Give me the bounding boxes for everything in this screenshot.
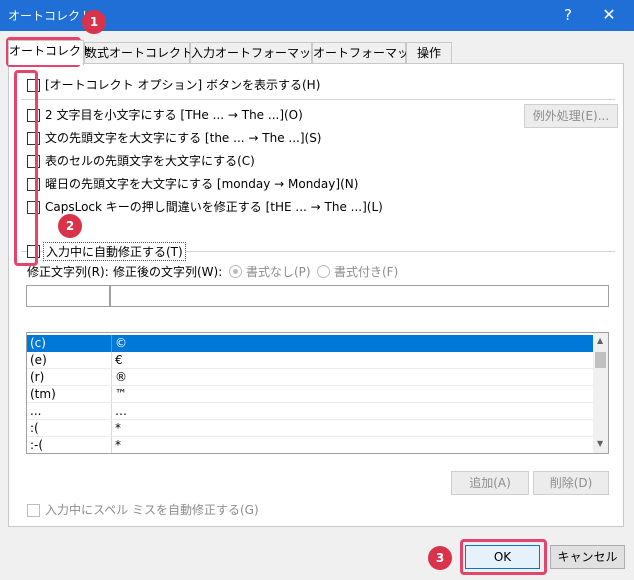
- plain-text-label: 書式なし(P): [246, 265, 311, 279]
- tab-actions[interactable]: 操作: [406, 42, 452, 64]
- replace-label: 修正文字列(R):: [27, 265, 109, 279]
- column-divider: [111, 403, 112, 420]
- replace-as-you-type-label: 入力中に自動修正する(T): [43, 242, 186, 261]
- entry-from: (tm): [30, 387, 56, 401]
- entry-from: (e): [30, 353, 47, 367]
- entry-to: ©: [115, 336, 127, 350]
- formatted-text-radio[interactable]: [317, 265, 330, 278]
- entry-to: ™: [115, 387, 127, 401]
- caps-lock-label: CapsLock キーの押し間違いを修正する [tHE ... → The ..…: [45, 200, 383, 214]
- list-item[interactable]: :( *: [27, 420, 593, 437]
- spell-check-checkbox[interactable]: [27, 504, 40, 517]
- tab-autocorrect[interactable]: オートコレクト: [8, 40, 93, 65]
- entry-from: :-(: [30, 438, 44, 452]
- capitalize-sentence-label: 文の先頭文字を大文字にする [the ... → The ...](S): [45, 131, 322, 145]
- close-icon[interactable]: ✕: [597, 4, 621, 26]
- window-title: オートコレクト: [8, 9, 93, 23]
- autocorrect-panel: [オートコレクト オプション] ボタンを表示する(H) 2 文字目を小文字にする…: [8, 63, 624, 527]
- scroll-down-icon[interactable]: ▼: [597, 439, 603, 448]
- capitalize-table-cell-label: 表のセルの先頭文字を大文字にする(C): [45, 154, 255, 168]
- entry-from: ...: [30, 404, 42, 418]
- entry-to: *: [115, 421, 121, 435]
- scroll-up-icon[interactable]: ▲: [597, 336, 603, 345]
- cancel-button[interactable]: キャンセル: [550, 545, 625, 569]
- list-item[interactable]: (e) €: [27, 352, 593, 369]
- list-item[interactable]: (tm) ™: [27, 386, 593, 403]
- entry-to: €: [115, 353, 123, 367]
- list-item[interactable]: :-( *: [27, 437, 593, 453]
- annotation-box-checkboxes: [14, 70, 38, 266]
- two-initial-caps-label: 2 文字目を小文字にする [THe ... → The ...](O): [45, 108, 303, 122]
- tab-autoformat[interactable]: オートフォーマット: [312, 42, 421, 64]
- plain-text-radio[interactable]: [229, 265, 242, 278]
- column-divider: [111, 420, 112, 437]
- column-divider: [111, 369, 112, 386]
- list-item[interactable]: ... …: [27, 403, 593, 420]
- with-label: 修正後の文字列(W):: [113, 265, 223, 279]
- entry-from: (r): [30, 370, 45, 384]
- show-buttons-label: [オートコレクト オプション] ボタンを表示する(H): [45, 78, 321, 92]
- column-divider: [111, 335, 112, 352]
- annotation-box-ok: [460, 539, 547, 575]
- delete-button[interactable]: 削除(D): [533, 471, 609, 495]
- with-input[interactable]: [110, 285, 609, 307]
- replace-input[interactable]: [26, 285, 110, 307]
- list-scrollbar[interactable]: ▲ ▼: [593, 333, 608, 453]
- list-item[interactable]: (c) ©: [27, 335, 593, 352]
- entry-from: :(: [30, 421, 39, 435]
- add-button[interactable]: 追加(A): [451, 471, 529, 495]
- help-icon[interactable]: ?: [556, 4, 580, 26]
- entry-from: (c): [30, 336, 46, 350]
- tab-math-autocorrect[interactable]: 数式オートコレクト: [84, 42, 193, 64]
- capitalize-days-label: 曜日の先頭文字を大文字にする [monday → Monday](N): [45, 177, 359, 191]
- separator: [21, 99, 615, 100]
- spell-check-label: 入力中にスペル ミスを自動修正する(G): [45, 503, 259, 517]
- exceptions-button[interactable]: 例外処理(E)...: [524, 104, 618, 128]
- entry-to: *: [115, 438, 121, 452]
- annotation-badge-3: 3: [428, 546, 452, 570]
- autocorrect-entries-list[interactable]: (c) © (e) € (r) ® (tm) ™ ... …:(*:-(…: [26, 332, 609, 454]
- column-divider: [111, 386, 112, 403]
- column-divider: [111, 352, 112, 369]
- formatted-text-label: 書式付き(F): [334, 265, 399, 279]
- column-divider: [111, 437, 112, 453]
- annotation-badge-1: 1: [82, 10, 106, 34]
- entry-to: ®: [115, 370, 127, 384]
- annotation-badge-2: 2: [58, 214, 82, 238]
- entry-to: …: [115, 404, 127, 418]
- list-item[interactable]: (r) ®: [27, 369, 593, 386]
- tab-autoformat-as-you-type[interactable]: 入力オートフォーマット: [190, 42, 323, 64]
- scrollbar-thumb[interactable]: [595, 352, 606, 368]
